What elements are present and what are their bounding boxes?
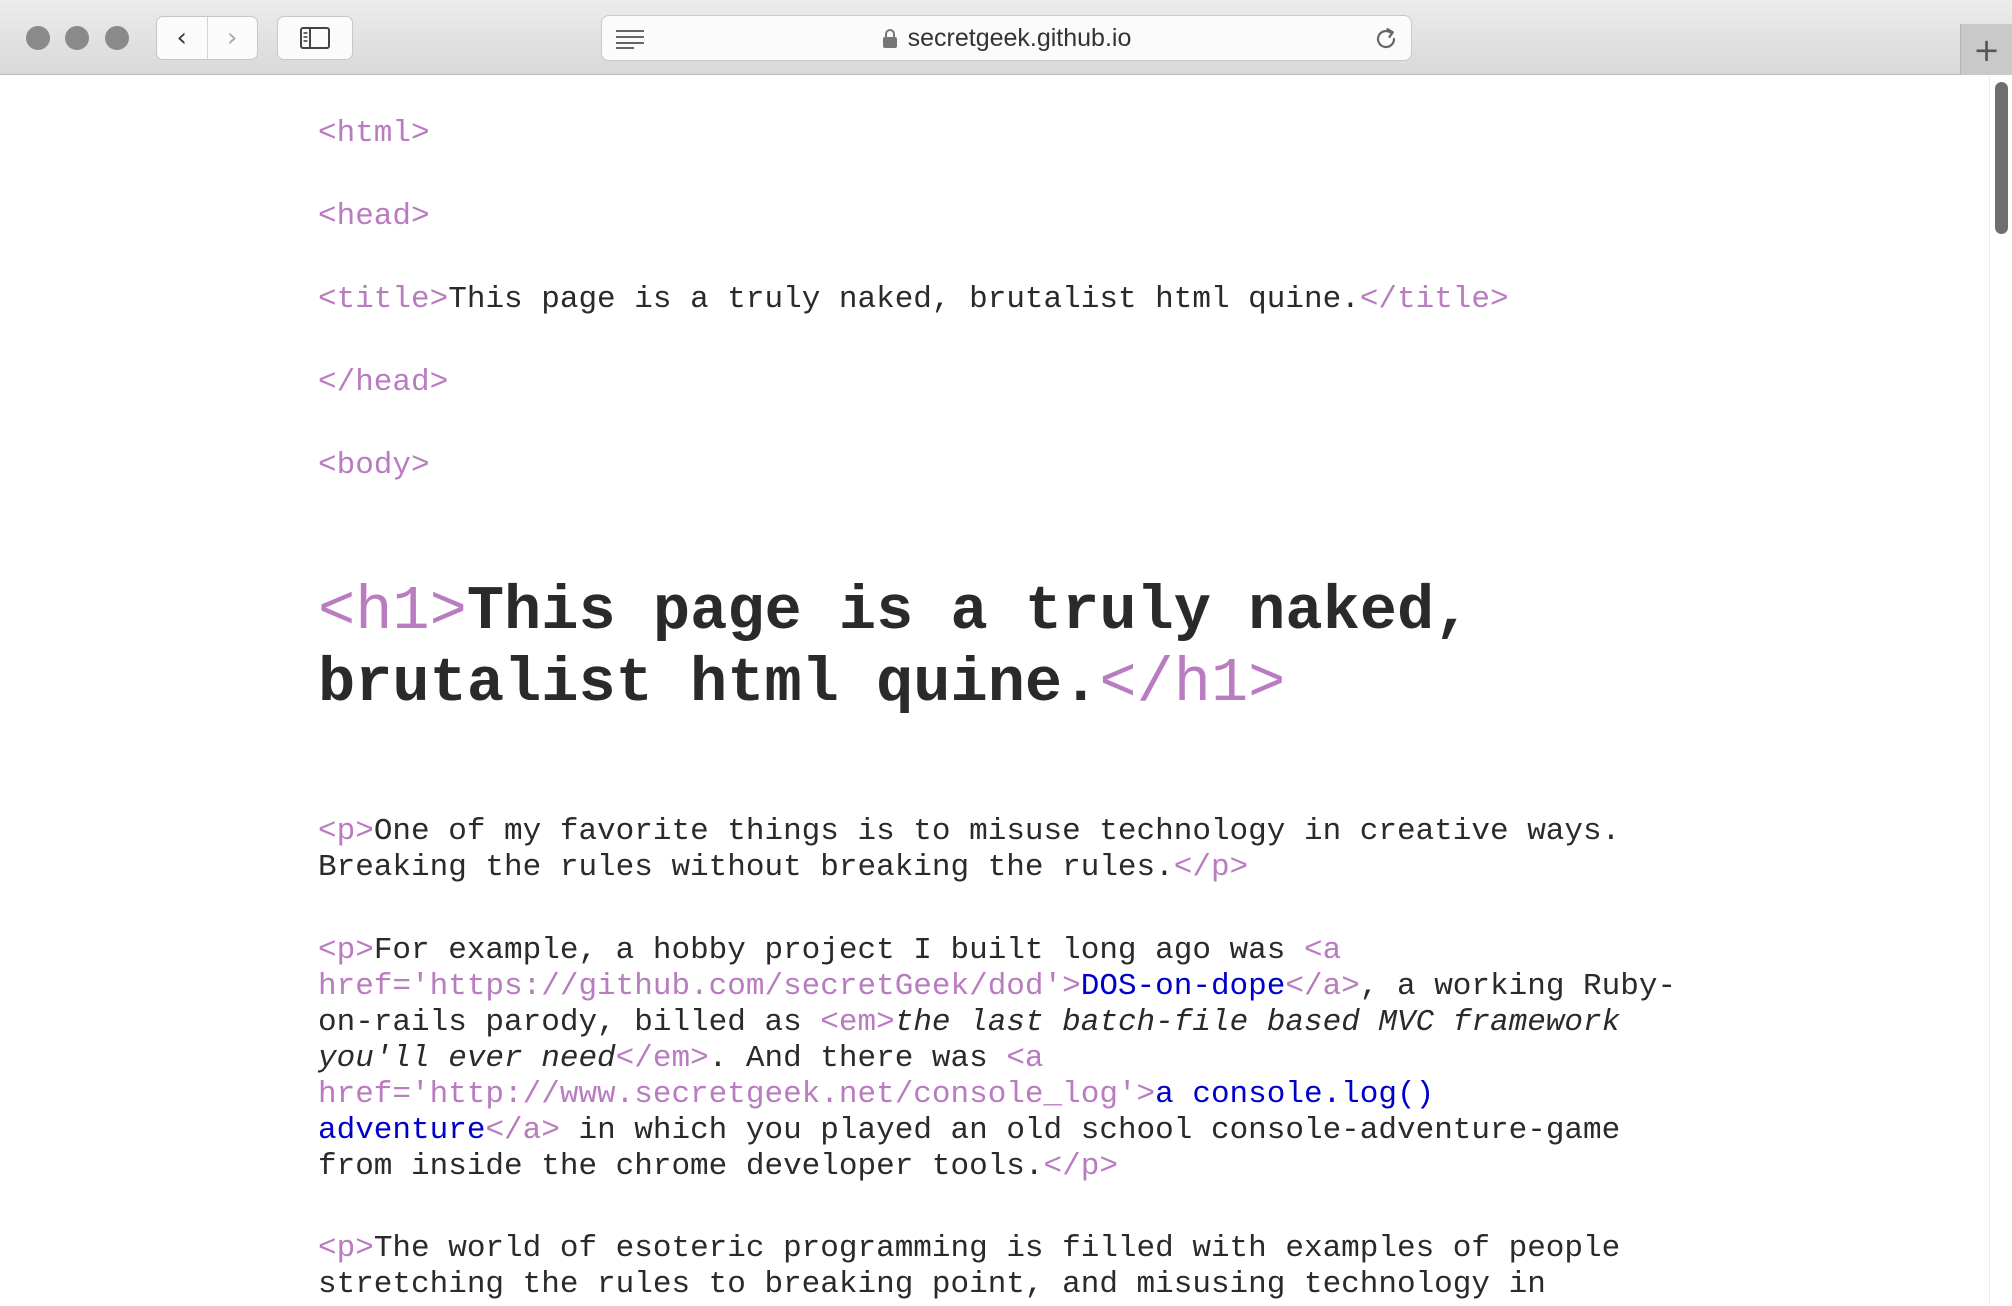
new-tab-button[interactable]: +: [1960, 24, 2012, 75]
page-content: <html> <head> <title>This page is a trul…: [0, 76, 1990, 1306]
heading-text: This page is a truly naked, brutalist ht…: [318, 576, 1472, 719]
paragraph-3: <p>The world of esoteric programming is …: [318, 1231, 1688, 1303]
dos-on-dope-link[interactable]: DOS-on-dope: [1081, 969, 1286, 1004]
window-close-button[interactable]: [26, 26, 50, 50]
browser-toolbar: ‹ › secretgeek.github.io +: [0, 0, 2012, 75]
paragraph-2: <p>For example, a hobby project I built …: [318, 933, 1688, 1185]
em-open-tag: <em>: [820, 1005, 895, 1040]
chevron-left-icon: ‹: [176, 23, 187, 53]
vertical-scrollbar[interactable]: [1989, 76, 2012, 1306]
page-heading: <h1>This page is a truly naked, brutalis…: [318, 576, 1518, 720]
p-close-tag: </p>: [1043, 1149, 1118, 1184]
title-close-tag: </title>: [1359, 282, 1509, 317]
forward-button[interactable]: ›: [206, 17, 258, 59]
sidebar-toggle-button[interactable]: [277, 16, 353, 60]
reload-icon[interactable]: [1373, 26, 1399, 52]
address-bar[interactable]: secretgeek.github.io: [601, 15, 1412, 61]
h1-close-tag: </h1>: [1099, 648, 1286, 719]
head-close-tag: </head>: [318, 365, 449, 400]
p-open-tag: <p>: [318, 1231, 374, 1266]
paragraph-1-text: One of my favorite things is to misuse t…: [318, 814, 1621, 885]
paragraph-2-text: . And there was: [708, 1041, 1007, 1076]
title-text: This page is a truly naked, brutalist ht…: [448, 282, 1360, 317]
back-button[interactable]: ‹: [157, 17, 207, 59]
head-open-tag: <head>: [318, 199, 430, 234]
a-close-tag: </a>: [1285, 969, 1360, 1004]
h1-open-tag: <h1>: [318, 576, 467, 647]
em-close-tag: </em>: [615, 1041, 709, 1076]
p-open-tag: <p>: [318, 933, 374, 968]
url-display: secretgeek.github.io: [602, 16, 1411, 60]
title-open-tag: <title>: [318, 282, 449, 317]
p-open-tag: <p>: [318, 814, 374, 849]
html-open-tag: <html>: [318, 116, 430, 151]
window-minimize-button[interactable]: [65, 26, 89, 50]
plus-icon: +: [1973, 30, 2000, 69]
lock-icon: [882, 29, 897, 48]
title-line: <title>This page is a truly naked, bruta…: [318, 282, 1509, 318]
sidebar-icon: [300, 27, 330, 49]
url-text: secretgeek.github.io: [907, 23, 1132, 52]
p-close-tag: </p>: [1173, 850, 1249, 885]
paragraph-1: <p>One of my favorite things is to misus…: [318, 814, 1688, 886]
a-close-tag: </a>: [485, 1113, 560, 1148]
window-zoom-button[interactable]: [105, 26, 129, 50]
paragraph-3-text: The world of esoteric programming is fil…: [318, 1231, 1621, 1302]
chevron-right-icon: ›: [227, 23, 238, 53]
scrollbar-thumb[interactable]: [1995, 82, 2008, 234]
paragraph-2-text: For example, a hobby project I built lon…: [373, 933, 1304, 968]
navigation-buttons: ‹ ›: [156, 16, 258, 60]
body-open-tag: <body>: [318, 448, 430, 483]
